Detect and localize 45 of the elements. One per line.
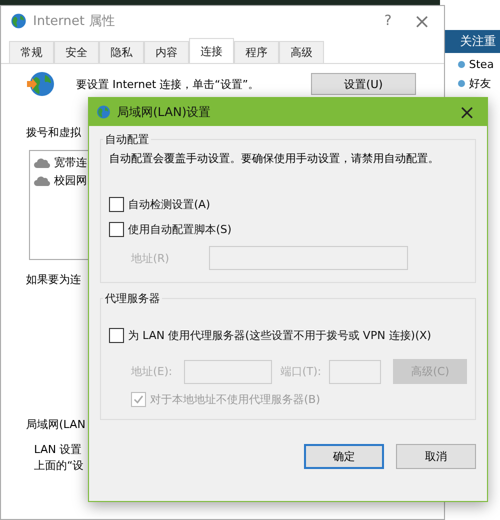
checkbox-label: 为 LAN 使用代理服务器(这些设置不用于拨号或 VPN 连接)(X) <box>128 328 432 343</box>
description-text: 自动配置会覆盖手动设置。要确保使用手动设置，请禁用自动配置。 <box>109 151 440 166</box>
app-icon <box>9 12 27 30</box>
tab[interactable]: 内容 <box>144 41 189 63</box>
globe-icon <box>26 69 56 99</box>
help-button[interactable]: ? <box>374 13 402 29</box>
bullet-icon <box>458 61 465 68</box>
link[interactable]: Stea <box>469 58 494 71</box>
app-icon <box>95 104 111 120</box>
section-heading: 局域网(LAN <box>26 417 86 432</box>
checkmark-icon <box>133 394 144 405</box>
tab[interactable]: 程序 <box>234 41 279 63</box>
hint-text: 如果要为连 <box>26 272 81 287</box>
tab[interactable]: 连接 <box>189 38 234 63</box>
tab[interactable]: 常规 <box>9 41 54 63</box>
description-text: 上面的“设 <box>34 458 84 474</box>
close-button[interactable]: × <box>408 9 436 33</box>
tab[interactable]: 安全 <box>54 41 99 63</box>
checkbox[interactable] <box>109 197 124 212</box>
tab[interactable]: 隐私 <box>99 41 144 63</box>
tab[interactable]: 高级 <box>279 41 324 63</box>
description-text: LAN 设置 <box>34 442 82 458</box>
field-label: 地址(R) <box>131 250 170 266</box>
link[interactable]: 好友 <box>469 76 491 91</box>
field-label: 端口(T): <box>280 364 322 379</box>
section-heading: 拨号和虚拟 <box>26 125 81 140</box>
ok-button[interactable]: 确定 <box>304 444 384 469</box>
checkbox-label: 自动检测设置(A) <box>128 197 210 212</box>
connection-icon <box>34 156 50 168</box>
close-button[interactable]: × <box>453 100 481 124</box>
checkbox-label: 对于本地地址不使用代理服务器(B) <box>150 392 320 407</box>
list-item[interactable]: 校园网 <box>54 173 87 188</box>
instruction-text: 要设置 Internet 连接，单击“设置”。 <box>76 76 260 92</box>
checkbox[interactable] <box>109 222 124 237</box>
cancel-button[interactable]: 取消 <box>396 444 476 469</box>
list-item[interactable]: 宽带连 <box>54 155 87 170</box>
window-title: Internet 属性 <box>33 13 116 30</box>
dialog-title: 局域网(LAN)设置 <box>117 104 212 120</box>
settings-button[interactable]: 设置(U) <box>311 73 416 95</box>
connection-icon <box>34 174 50 186</box>
bullet-icon <box>458 80 465 87</box>
checkbox-label: 使用自动配置脚本(S) <box>128 222 232 237</box>
group-label: 自动配置 <box>104 132 150 147</box>
field-label: 地址(E): <box>131 364 174 379</box>
group-label: 代理服务器 <box>104 291 161 306</box>
